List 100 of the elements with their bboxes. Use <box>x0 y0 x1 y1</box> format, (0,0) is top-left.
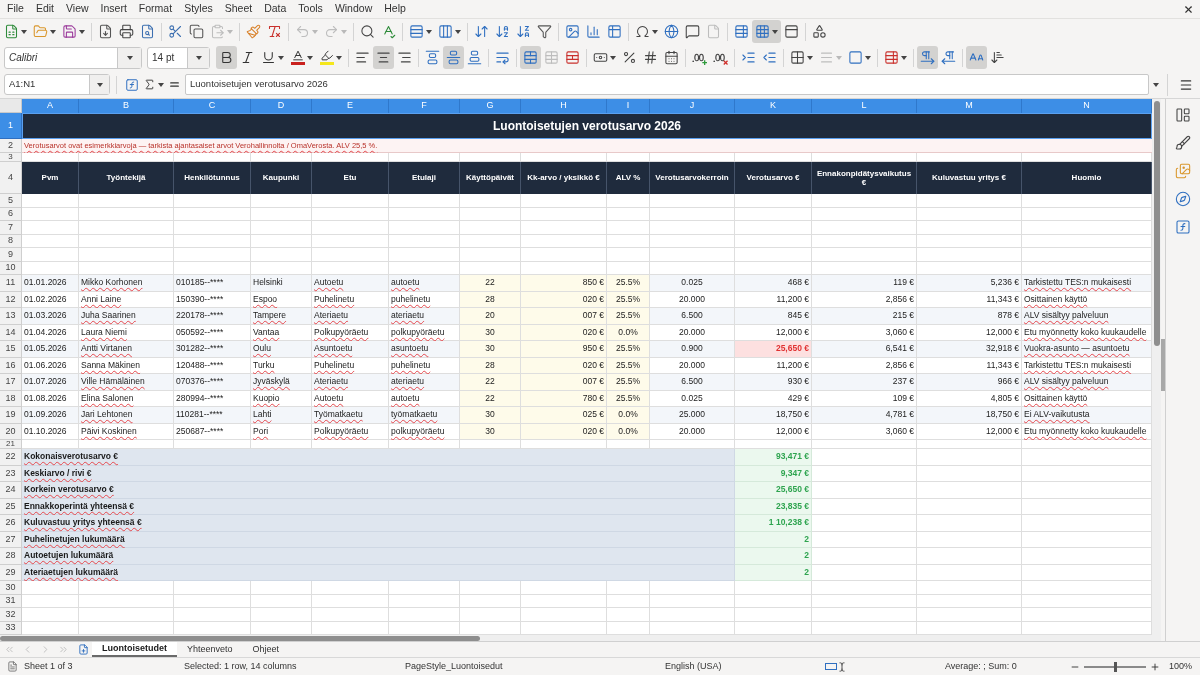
function-icon[interactable] <box>1175 219 1191 235</box>
table-cell: 6,541 € <box>812 341 917 358</box>
row-header[interactable]: 7 <box>0 221 22 235</box>
table-icon[interactable] <box>884 50 899 65</box>
caret-icon[interactable] <box>772 29 778 34</box>
table-cell: ALV sisältyy palveluun <box>1022 374 1152 391</box>
table-cell: Ville Hämäläinen <box>79 374 174 391</box>
row-header[interactable]: 9 <box>0 248 22 262</box>
caret-icon[interactable] <box>426 29 432 34</box>
table-cell: Oulu <box>251 341 312 358</box>
row-header[interactable]: 11 <box>0 275 22 292</box>
menu-item[interactable]: View <box>60 0 95 18</box>
row-header[interactable]: 26 <box>0 515 22 532</box>
zoom-in-icon[interactable] <box>1150 661 1160 672</box>
font-color-icon[interactable] <box>290 49 305 66</box>
table-columns-icon[interactable] <box>438 24 453 39</box>
table-cell: Asuntoetu <box>312 341 389 358</box>
menu-item[interactable]: Format <box>132 0 179 18</box>
formula-input[interactable]: Luontoisetujen verotusarvo 2026 <box>185 74 1149 95</box>
table-cell: 25.5% <box>607 308 650 325</box>
table-cell: 25.5% <box>607 275 650 292</box>
table-cell: 119 € <box>812 275 917 292</box>
row-header[interactable]: 2 <box>0 139 22 153</box>
table-cell: Työmatkaetu <box>312 407 389 424</box>
caret-icon[interactable] <box>96 82 103 87</box>
row-header[interactable]: 15 <box>0 341 22 358</box>
caret-icon[interactable] <box>610 55 616 60</box>
panels-icon[interactable] <box>1175 107 1191 123</box>
caret-icon[interactable] <box>807 55 813 60</box>
caret-icon[interactable] <box>1153 82 1159 87</box>
table-rows-icon[interactable] <box>409 24 424 39</box>
table-cell: 845 € <box>735 308 812 325</box>
compass-icon[interactable] <box>1175 191 1191 207</box>
caret-icon[interactable] <box>278 55 284 60</box>
menu-item[interactable]: File <box>1 0 30 18</box>
name-box[interactable]: A1:N1 <box>4 74 110 95</box>
clipboard-icon[interactable] <box>210 24 225 39</box>
menu-item[interactable]: Edit <box>29 0 60 18</box>
summary-label: Kuluvastuu yritys yhteensä € <box>22 515 735 532</box>
caret-icon[interactable] <box>865 55 871 60</box>
table-cell: Etu myönnetty koko kuukaudelle <box>1022 324 1152 341</box>
freeze-button[interactable] <box>752 20 781 43</box>
row-header[interactable]: 30 <box>0 581 22 595</box>
row-header[interactable]: 4 <box>0 162 22 194</box>
row-header[interactable]: 22 <box>0 449 22 466</box>
omega-icon[interactable] <box>635 24 650 39</box>
menu-item[interactable]: Tools <box>292 0 329 18</box>
zoom-level: 100% <box>1169 659 1193 673</box>
caret-icon[interactable] <box>652 29 658 34</box>
row-header[interactable]: 17 <box>0 374 22 391</box>
menu-item[interactable]: Help <box>378 0 412 18</box>
font-size-combobox[interactable]: 14 pt <box>147 46 210 69</box>
caret-icon[interactable] <box>336 55 342 60</box>
table-cell: 25.5% <box>607 374 650 391</box>
grid-icon[interactable] <box>790 50 805 65</box>
menu-item[interactable]: Window <box>328 0 379 18</box>
sheet-tab[interactable]: Luontoisetudet <box>92 642 177 657</box>
table-cell: puhelinetu <box>389 357 460 374</box>
vertical-scrollbar[interactable] <box>1152 99 1161 641</box>
table-cell: työmatkaetu <box>389 407 460 424</box>
caret-icon[interactable] <box>158 82 164 87</box>
table-cell: 0.0% <box>607 407 650 424</box>
caret-icon[interactable] <box>21 29 27 34</box>
table-cell: 007 € <box>521 308 607 325</box>
caret-icon[interactable] <box>126 55 133 60</box>
menu-icon[interactable] <box>1179 77 1193 92</box>
caret-icon[interactable] <box>455 29 461 34</box>
horizontal-scrollbar[interactable] <box>0 635 1152 641</box>
sidebar-handle[interactable] <box>1161 339 1165 391</box>
table-cell: 220178--**** <box>174 308 251 325</box>
sheet-tab[interactable]: Yhteenveto <box>177 642 243 657</box>
underline-icon[interactable] <box>261 50 276 65</box>
table-cell: 0.025 <box>650 275 735 292</box>
brush-icon[interactable] <box>1175 135 1191 151</box>
sigma-icon[interactable] <box>143 78 156 91</box>
spreadsheet-icon[interactable] <box>4 24 19 39</box>
menu-item[interactable]: Data <box>258 0 293 18</box>
row-header[interactable]: 24 <box>0 482 22 499</box>
table-cell: Mikko Korhonen <box>79 275 174 292</box>
caret-icon[interactable] <box>79 29 85 34</box>
font-name-combobox[interactable]: Calibri <box>4 46 142 69</box>
menu-item[interactable]: Styles <box>178 0 219 18</box>
caret-icon[interactable] <box>50 29 56 34</box>
table-cell: 25.000 <box>650 407 735 424</box>
caret-icon[interactable] <box>307 55 313 60</box>
row-header[interactable]: 32 <box>0 608 22 622</box>
row-header[interactable]: 28 <box>0 548 22 565</box>
selection-mode-icon[interactable] <box>825 661 847 672</box>
table-cell: 6.500 <box>650 308 735 325</box>
row-header[interactable]: 5 <box>0 194 22 208</box>
menu-item[interactable]: Sheet <box>218 0 259 18</box>
row-header[interactable]: 13 <box>0 308 22 325</box>
menu-item[interactable]: Insert <box>94 0 133 18</box>
caret-icon[interactable] <box>195 55 202 60</box>
caret-icon[interactable] <box>901 55 907 60</box>
sheet-tab[interactable]: Ohjeet <box>242 642 290 657</box>
highlighter-icon[interactable] <box>319 49 334 66</box>
banknote-icon[interactable] <box>593 50 608 65</box>
row-header[interactable]: 19 <box>0 407 22 424</box>
table-cell: 301282--**** <box>174 341 251 358</box>
